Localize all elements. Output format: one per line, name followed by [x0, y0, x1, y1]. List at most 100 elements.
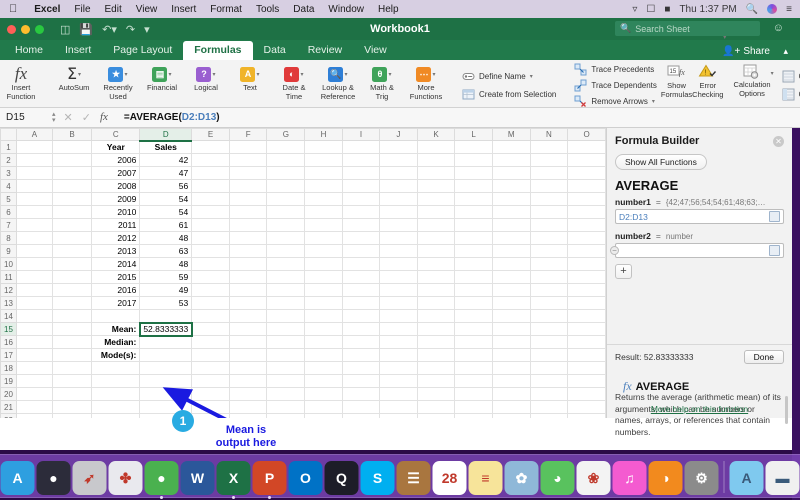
dock-item-messages[interactable]: ◕ [541, 461, 575, 495]
cell-B4[interactable] [52, 180, 91, 193]
redo-icon[interactable]: ↷ [126, 23, 135, 36]
window-controls[interactable] [0, 25, 44, 34]
cell-N22[interactable] [530, 414, 568, 419]
cell-E10[interactable] [192, 258, 230, 271]
cell-K16[interactable] [417, 336, 455, 349]
cell-E18[interactable] [192, 362, 230, 375]
cell-C7[interactable]: 2011 [92, 219, 140, 232]
cell-E12[interactable] [192, 284, 230, 297]
menu-item-file[interactable]: File [67, 4, 97, 15]
cell-G11[interactable] [267, 271, 305, 284]
cell-E5[interactable] [192, 193, 230, 206]
cell-C6[interactable]: 2010 [92, 206, 140, 219]
cell-F10[interactable] [229, 258, 267, 271]
ribbon-tab-page-layout[interactable]: Page Layout [102, 41, 183, 60]
cell-H2[interactable] [305, 154, 343, 167]
cell-B2[interactable] [52, 154, 91, 167]
cell-O5[interactable] [568, 193, 606, 206]
cell-N20[interactable] [530, 388, 568, 401]
create-from-selection-button[interactable]: Create from Selection [462, 88, 556, 101]
cell-A20[interactable] [16, 388, 52, 401]
cell-A17[interactable] [16, 349, 52, 362]
cell-N3[interactable] [530, 167, 568, 180]
dock-item-powerpoint[interactable]: P [253, 461, 287, 495]
cell-M10[interactable] [492, 258, 530, 271]
cell-F5[interactable] [229, 193, 267, 206]
add-argument-button[interactable]: + [615, 264, 632, 279]
cell-M1[interactable] [492, 141, 530, 154]
cell-L13[interactable] [455, 297, 493, 310]
cell-E6[interactable] [192, 206, 230, 219]
cell-J19[interactable] [380, 375, 418, 388]
cell-E22[interactable] [192, 414, 230, 419]
cell-C13[interactable]: 2017 [92, 297, 140, 310]
collapse-ribbon-icon[interactable]: ▴ [783, 46, 788, 57]
cell-D18[interactable] [140, 362, 192, 375]
cell-F4[interactable] [229, 180, 267, 193]
cell-O16[interactable] [568, 336, 606, 349]
table-row[interactable]: 1YearSales [1, 141, 606, 154]
cell-M11[interactable] [492, 271, 530, 284]
cell-A1[interactable] [16, 141, 52, 154]
row-header-7[interactable]: 7 [1, 219, 17, 232]
done-button[interactable]: Done [744, 350, 784, 364]
cell-I5[interactable] [342, 193, 379, 206]
cell-C5[interactable]: 2009 [92, 193, 140, 206]
column-header-d[interactable]: D [140, 129, 192, 141]
cell-H15[interactable] [305, 323, 343, 336]
cell-H16[interactable] [305, 336, 343, 349]
cell-I18[interactable] [342, 362, 379, 375]
cell-K9[interactable] [417, 245, 455, 258]
row-header-19[interactable]: 19 [1, 375, 17, 388]
column-header-o[interactable]: O [568, 129, 606, 141]
menu-item-window[interactable]: Window [321, 4, 371, 15]
close-icon[interactable]: ✕ [773, 136, 784, 147]
cell-M20[interactable] [492, 388, 530, 401]
menubar-clock[interactable]: Thu 1:37 PM [679, 4, 736, 15]
cell-G1[interactable] [267, 141, 305, 154]
cell-C4[interactable]: 2008 [92, 180, 140, 193]
cell-F16[interactable] [229, 336, 267, 349]
cell-G19[interactable] [267, 375, 305, 388]
cell-K20[interactable] [417, 388, 455, 401]
cell-L19[interactable] [455, 375, 493, 388]
cell-J8[interactable] [380, 232, 418, 245]
cell-E19[interactable] [192, 375, 230, 388]
cell-M7[interactable] [492, 219, 530, 232]
cell-J14[interactable] [380, 310, 418, 323]
dock-item-system-preferences[interactable]: ⚙ [685, 461, 719, 495]
column-header-c[interactable]: C [92, 129, 140, 141]
cell-I4[interactable] [342, 180, 379, 193]
close-window-button[interactable] [7, 25, 16, 34]
cell-A2[interactable] [16, 154, 52, 167]
cell-J7[interactable] [380, 219, 418, 232]
cell-H11[interactable] [305, 271, 343, 284]
cell-A15[interactable] [16, 323, 52, 336]
dock-item-downloads-stack[interactable]: ▬ [766, 461, 800, 495]
cell-G16[interactable] [267, 336, 305, 349]
table-row[interactable]: 10201448 [1, 258, 606, 271]
cell-G13[interactable] [267, 297, 305, 310]
cell-C16[interactable]: Median: [92, 336, 140, 349]
cell-F13[interactable] [229, 297, 267, 310]
cell-H9[interactable] [305, 245, 343, 258]
cell-G12[interactable] [267, 284, 305, 297]
column-header-e[interactable]: E [192, 129, 230, 141]
cell-B1[interactable] [52, 141, 91, 154]
financial-button[interactable]: ▤▾ Financial [140, 62, 184, 93]
dock-item-itunes[interactable]: ♫ [613, 461, 647, 495]
cell-D12[interactable]: 49 [140, 284, 192, 297]
dock-item-photos[interactable]: ❀ [577, 461, 611, 495]
cell-O22[interactable] [568, 414, 606, 419]
battery-icon[interactable]: ■ [664, 4, 670, 15]
cell-G14[interactable] [267, 310, 305, 323]
cell-D19[interactable] [140, 375, 192, 388]
more-help-link[interactable]: More help on this function [607, 404, 792, 414]
cell-E15[interactable] [192, 323, 230, 336]
cell-A10[interactable] [16, 258, 52, 271]
table-row[interactable]: 21 [1, 401, 606, 414]
cell-L16[interactable] [455, 336, 493, 349]
cell-N15[interactable] [530, 323, 568, 336]
row-header-22[interactable]: 22 [1, 414, 17, 419]
cell-H6[interactable] [305, 206, 343, 219]
